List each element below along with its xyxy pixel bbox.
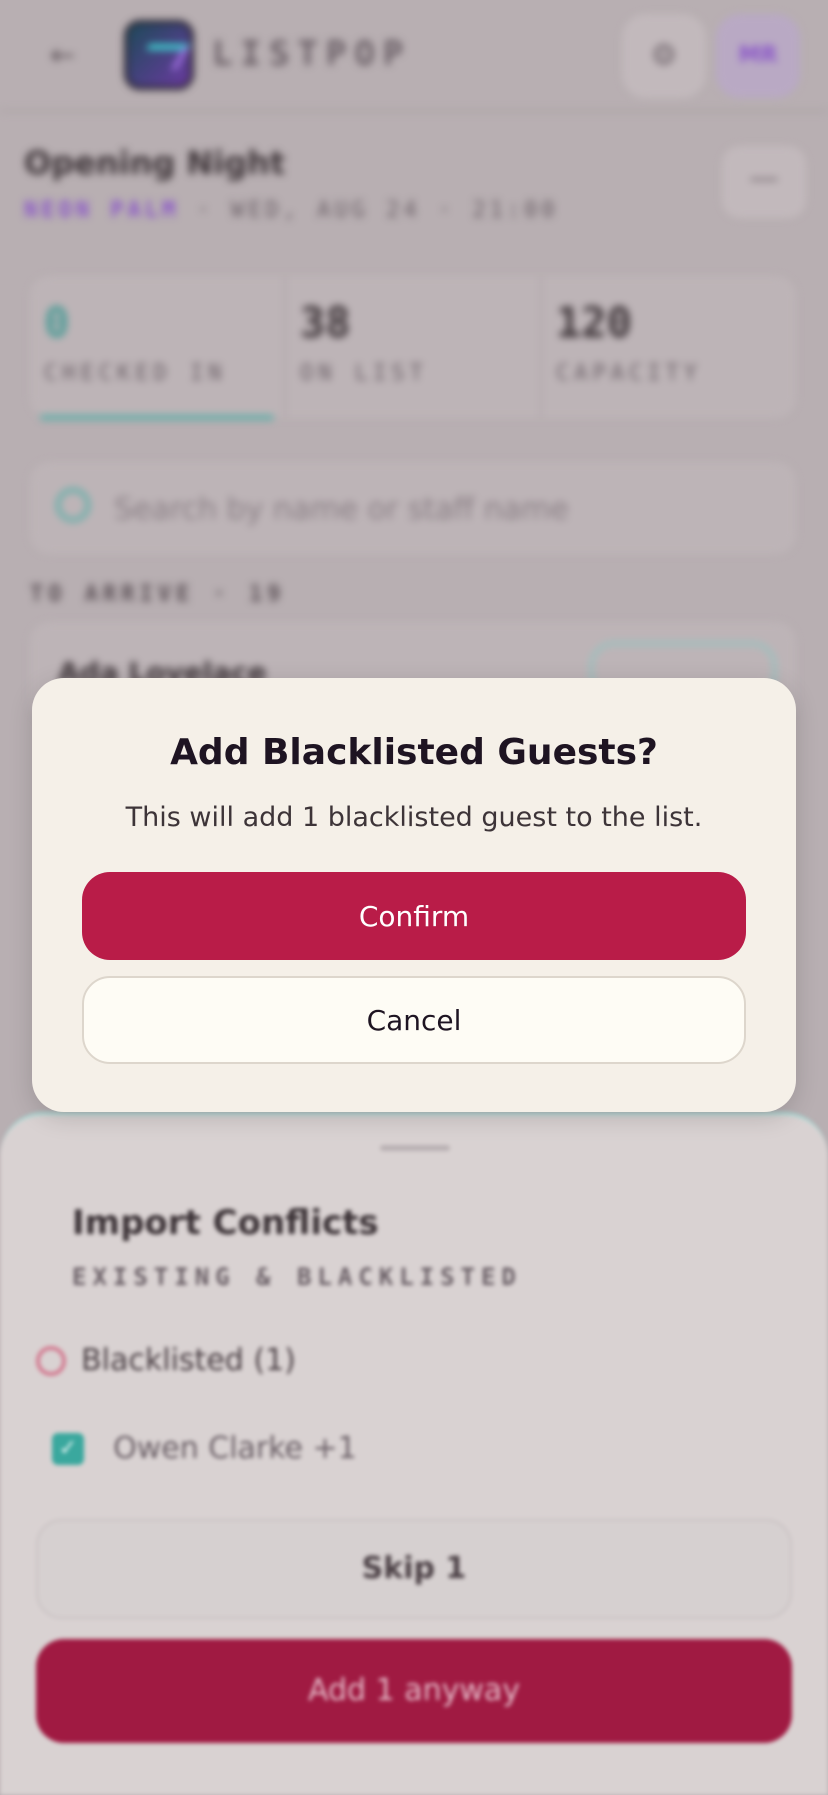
stat-label: CHECKED IN — [44, 361, 227, 386]
stat-value: 0 — [44, 298, 70, 347]
confirm-button[interactable]: Confirm — [82, 872, 746, 960]
stat-value: 120 — [556, 298, 632, 347]
dialog-title: Add Blacklisted Guests? — [170, 732, 658, 773]
avatar[interactable]: MR — [716, 14, 800, 98]
cancel-button[interactable]: Cancel — [82, 976, 746, 1064]
settings-gear-icon[interactable]: ⚙ — [622, 14, 706, 98]
event-datetime: · WED, AUG 24 · 21:00 — [179, 198, 559, 223]
search-icon — [56, 488, 90, 522]
stat-checked-in[interactable]: 0 CHECKED IN — [30, 276, 286, 420]
search-input[interactable]: Search by name or staff name — [30, 462, 796, 554]
dialog-message: This will add 1 blacklisted guest to the… — [125, 802, 703, 833]
blocked-icon — [36, 1345, 66, 1376]
stat-capacity[interactable]: 120 CAPACITY — [542, 276, 796, 418]
more-options-icon[interactable]: — — [722, 146, 806, 218]
top-bar: ← LISTPOP ⚙ MR — [0, 0, 828, 112]
confirm-dialog: Add Blacklisted Guests? This will add 1 … — [32, 678, 796, 1112]
group-label: Blacklisted (1) — [81, 1343, 296, 1378]
stat-label: ON LIST — [300, 361, 428, 386]
sheet-subtitle: EXISTING & BLACKLISTED — [72, 1263, 522, 1291]
section-label: TO ARRIVE · 19 — [30, 582, 286, 607]
back-arrow-icon[interactable]: ← — [50, 38, 75, 73]
app-logo — [124, 20, 194, 90]
blacklisted-group: Blacklisted (1) — [36, 1343, 296, 1378]
checkbox-checked-icon[interactable]: ✓ — [52, 1432, 84, 1465]
stat-value: 38 — [300, 298, 351, 347]
sheet-title: Import Conflicts — [72, 1203, 379, 1243]
conflict-guest-name: Owen Clarke +1 — [113, 1431, 357, 1466]
stats-panel: 0 CHECKED IN 38 ON LIST 120 CAPACITY — [30, 276, 796, 420]
event-venue: NEON PALM — [24, 198, 180, 223]
conflict-guest-row[interactable]: ✓ Owen Clarke +1 — [52, 1431, 357, 1466]
add-anyway-button[interactable]: Add 1 anyway — [36, 1639, 792, 1743]
stat-label: CAPACITY — [556, 361, 702, 386]
stat-on-list[interactable]: 38 ON LIST — [286, 276, 542, 418]
skip-button[interactable]: Skip 1 — [36, 1519, 792, 1619]
brand-name: LISTPOP — [212, 34, 412, 74]
event-meta: NEON PALM · WED, AUG 24 · 21:00 — [24, 198, 559, 223]
import-conflicts-sheet: Import Conflicts EXISTING & BLACKLISTED … — [0, 1112, 828, 1795]
sheet-drag-handle[interactable] — [380, 1145, 450, 1151]
event-title: Opening Night — [24, 144, 286, 182]
search-placeholder: Search by name or staff name — [114, 492, 569, 527]
